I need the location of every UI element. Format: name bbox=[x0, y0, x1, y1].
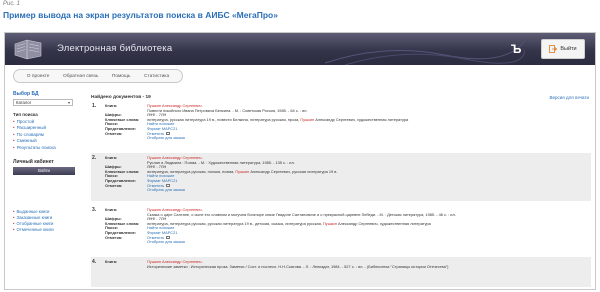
record-field: Отобрать для заказа bbox=[105, 239, 185, 245]
record-field-value: Александр Сергеевич, русская литература … bbox=[249, 168, 338, 174]
result-record: 2. Книга: Пушкин Александр Сергеевич. Русла… bbox=[91, 153, 591, 201]
db-select[interactable]: Каталог ▾ bbox=[13, 99, 73, 106]
result-record: 1. Книга: Пушкин Александр Сергеевич. Повес… bbox=[91, 101, 591, 149]
sidebar: Выбор БД Каталог ▾ Тип поиска • Простой •… bbox=[13, 91, 83, 287]
app-header: Электронная библиотека Ъ Выйти bbox=[5, 33, 595, 65]
chevron-down-icon: ▾ bbox=[67, 100, 70, 105]
header-decoration-icon bbox=[325, 40, 525, 65]
record-field: Отобрать для заказа bbox=[105, 135, 185, 141]
search-type-results[interactable]: • Результаты поиска bbox=[13, 145, 83, 152]
result-record: 4. Книга: Пушкин Александр Сергеевич. Истор… bbox=[91, 257, 591, 287]
record-number: 3. bbox=[92, 207, 97, 213]
db-select-value: Каталог bbox=[16, 100, 32, 105]
search-results: Найдено документов - 19 Версия для печат… bbox=[91, 95, 591, 289]
record-link[interactable]: Отобрать для заказа bbox=[147, 187, 185, 192]
app-window: Электронная библиотека Ъ Выйти О проекте… bbox=[4, 32, 596, 290]
found-count: Найдено документов - 19 bbox=[91, 95, 151, 100]
cabinet-list: • Выданные книги • Заказанные книги • Отобр… bbox=[13, 209, 83, 233]
print-version-link[interactable]: Версия для печати bbox=[549, 95, 589, 100]
exit-button-label: Выйти bbox=[560, 46, 577, 52]
library-title: Электронная библиотека bbox=[57, 43, 173, 54]
record-field-value: Исторические заметки : Историческая проз… bbox=[147, 263, 449, 269]
cabinet-login-button[interactable]: Войти bbox=[13, 167, 75, 175]
record-field-value: Пушкин bbox=[300, 116, 315, 122]
record-number: 1. bbox=[92, 103, 97, 109]
record-number: 4. bbox=[92, 259, 97, 265]
figure-label: Рис. 1 bbox=[3, 1, 21, 7]
megapro-brand-mark: Ъ bbox=[511, 42, 522, 56]
figure-title: Пример вывода на экран результатов поиск… bbox=[3, 10, 278, 20]
exit-button[interactable]: Выйти bbox=[541, 39, 585, 59]
exit-icon bbox=[549, 45, 558, 53]
db-select-heading: Выбор БД bbox=[13, 91, 39, 97]
record-link[interactable]: Отобрать для заказа bbox=[147, 239, 185, 244]
record-field-value: Повести покойного Ивана Петровича Белкин… bbox=[147, 107, 308, 113]
record-field-value: Александр Сергеевич, художественная лите… bbox=[336, 220, 431, 226]
record-field: Исторические заметки : Историческая проз… bbox=[105, 263, 449, 270]
nav-statistics[interactable]: Статистика bbox=[144, 74, 169, 79]
nav-about[interactable]: О проекте bbox=[27, 74, 50, 79]
record-field-value: Александр Сергеевич, художественная лите… bbox=[314, 116, 409, 122]
record-field-value: Сказка о царе Салтане, о сыне его славно… bbox=[147, 211, 456, 217]
cabinet-heading: Личный кабинет bbox=[13, 159, 54, 165]
search-type-list: Тип поиска • Простой • Расширенный • По сло… bbox=[13, 112, 83, 151]
record-field-value: Руслан и Людмила : Поэма. - М. : Художес… bbox=[147, 159, 295, 165]
record-number: 2. bbox=[92, 155, 97, 161]
top-nav: О проекте Обратная связь Помощь Статисти… bbox=[13, 69, 183, 83]
nav-feedback[interactable]: Обратная связь bbox=[63, 74, 98, 79]
record-link[interactable]: Отобрать для заказа bbox=[147, 135, 185, 140]
cabinet-marked-books[interactable]: • Отмеченные книги bbox=[13, 227, 83, 233]
record-field: Отобрать для заказа bbox=[105, 187, 185, 193]
record-field-value: Пушкин bbox=[235, 168, 250, 174]
result-record: 3. Книга: Пушкин Александр Сергеевич. Сказк… bbox=[91, 205, 591, 253]
nav-help[interactable]: Помощь bbox=[112, 74, 131, 79]
book-logo-icon bbox=[14, 39, 42, 60]
record-field-value: Пушкин bbox=[322, 220, 337, 226]
